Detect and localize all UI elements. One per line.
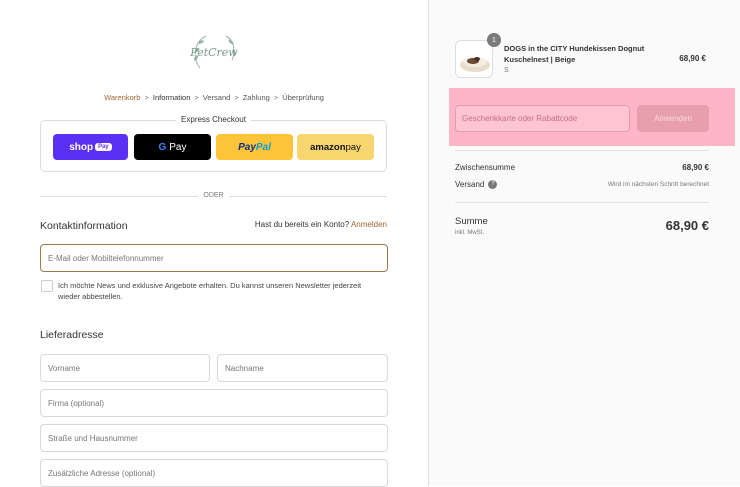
amazon-pay-button[interactable]: amazon pay: [297, 134, 374, 160]
help-icon[interactable]: ?: [488, 180, 498, 190]
paypal-button[interactable]: Pay Pal: [216, 134, 293, 160]
address2-field[interactable]: [40, 459, 388, 487]
product-image: [455, 40, 493, 78]
subtotal-value: 68,90 €: [682, 163, 709, 172]
chevron-right-icon: >: [234, 93, 239, 102]
order-summary: 1 DOGS in the CITY Hundekissen Dognut Ku…: [428, 0, 740, 486]
shipping-note: Wird im nächsten Schritt berechnet: [607, 181, 709, 188]
email-input[interactable]: [41, 245, 387, 271]
email-field[interactable]: [40, 244, 388, 272]
street-input[interactable]: [41, 425, 387, 451]
product-price: 68,90 €: [679, 54, 706, 63]
login-hint: Hast du bereits ein Konto? Anmelden: [254, 220, 387, 229]
chevron-right-icon: >: [194, 93, 199, 102]
product-variant: S: [504, 67, 509, 74]
breadcrumb-cart[interactable]: Warenkorb: [104, 93, 140, 102]
or-divider: ODER: [40, 192, 387, 202]
breadcrumb-review: Überprüfung: [282, 93, 324, 102]
company-field[interactable]: [40, 389, 388, 417]
checkout-main: PetCrew Warenkorb > Information > Versand > Za…: [0, 0, 428, 487]
shipping-row-label: Versand?: [455, 180, 498, 190]
divider: [455, 150, 709, 151]
product-name: DOGS in the CITY Hundekissen Dognut Kusc…: [504, 44, 645, 64]
discount-section: Anwenden: [449, 88, 735, 146]
breadcrumb-shipping: Versand: [202, 93, 231, 102]
shop-pay-button[interactable]: shop Pay: [53, 134, 128, 160]
chevron-right-icon: >: [144, 93, 149, 102]
breadcrumb-payment: Zahlung: [242, 93, 270, 102]
chevron-right-icon: >: [273, 93, 279, 102]
contact-section-title: Kontaktinformation: [40, 220, 128, 232]
newsletter-checkbox[interactable]: [41, 280, 53, 292]
total-value: 68,90 €: [665, 218, 709, 233]
quantity-badge: 1: [487, 33, 501, 47]
total-label: Summe: [455, 216, 488, 227]
apply-discount-button[interactable]: Anwenden: [637, 105, 709, 132]
discount-input[interactable]: [456, 106, 629, 131]
shipping-section-title: Lieferadresse: [40, 329, 104, 341]
discount-field[interactable]: [455, 105, 630, 132]
store-logo[interactable]: PetCrew: [186, 28, 242, 78]
dog-bed-image-icon: [460, 57, 490, 72]
last-name-field[interactable]: [217, 354, 388, 382]
street-field[interactable]: [40, 424, 388, 452]
logo-text: PetCrew: [190, 46, 238, 59]
company-input[interactable]: [41, 390, 387, 416]
subtotal-label: Zwischensumme: [455, 163, 516, 172]
first-name-input[interactable]: [41, 355, 209, 381]
total-tax-note: inkl. MwSt.: [455, 230, 485, 236]
breadcrumb: Warenkorb > Information > Versand > Zahlung > Üb…: [0, 93, 428, 102]
breadcrumb-information: Information: [152, 93, 191, 102]
first-name-field[interactable]: [40, 354, 210, 382]
google-pay-button[interactable]: G Pay: [134, 134, 211, 160]
express-checkout: Express Checkout shop Pay G Pay Pay Pal ama…: [40, 115, 387, 172]
address2-input[interactable]: [41, 460, 387, 486]
google-g-icon: G: [158, 141, 167, 153]
divider: [455, 202, 709, 203]
last-name-input[interactable]: [218, 355, 387, 381]
login-link[interactable]: Anmelden: [351, 220, 387, 229]
express-checkout-title: Express Checkout: [176, 115, 251, 124]
newsletter-label: Ich möchte News und exklusive Angebote e…: [58, 281, 362, 301]
